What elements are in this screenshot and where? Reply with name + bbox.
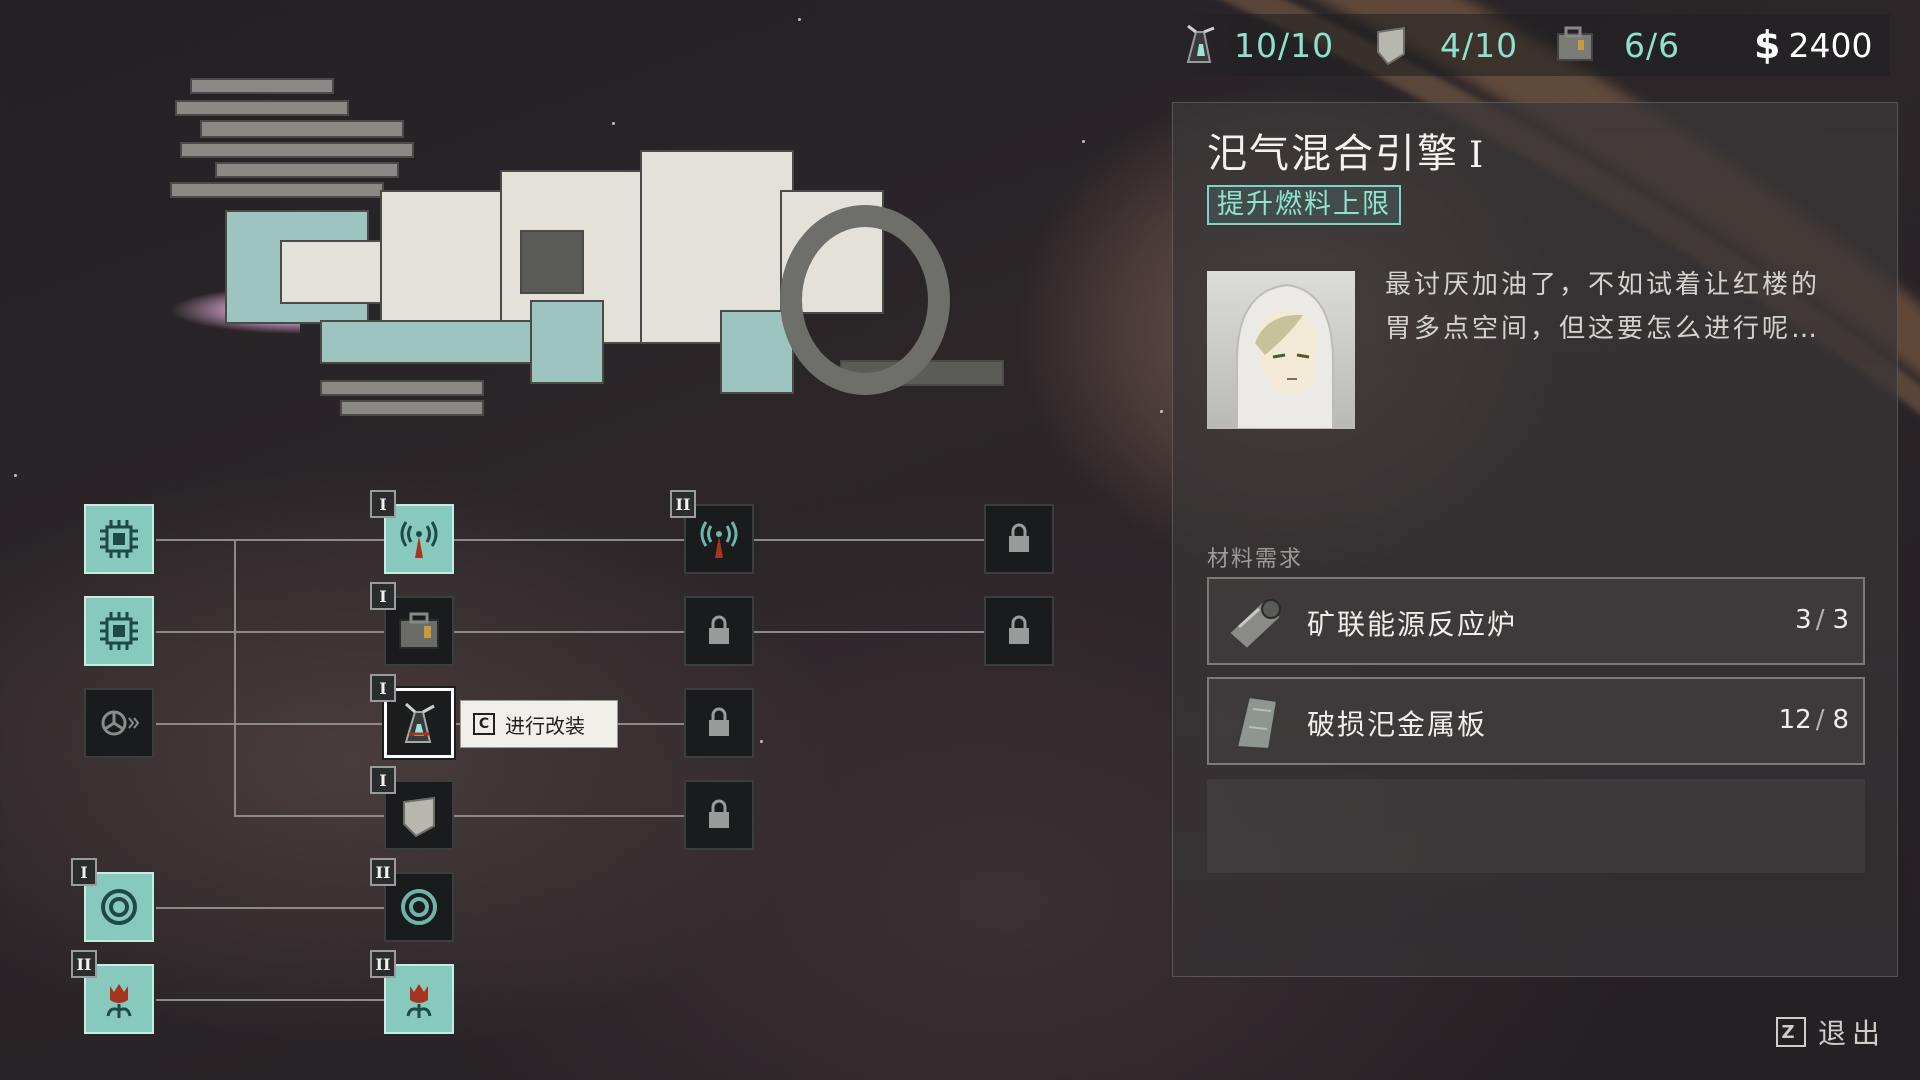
upgrade-title-tier: I bbox=[1469, 135, 1486, 176]
chip-module-node[interactable] bbox=[84, 504, 154, 574]
character-portrait bbox=[1207, 271, 1355, 429]
cargo-value: 6/6 bbox=[1624, 25, 1681, 65]
ship-ring-module bbox=[780, 205, 950, 395]
locked-node[interactable] bbox=[984, 504, 1054, 574]
lock-icon bbox=[709, 799, 729, 828]
money-value: 2400 bbox=[1788, 25, 1873, 65]
star bbox=[14, 474, 17, 477]
fuel-nozzle-icon bbox=[1186, 24, 1215, 63]
armor-plate-icon bbox=[403, 796, 435, 838]
armor-counter: 4/10 bbox=[1370, 14, 1518, 76]
armor-value: 4/10 bbox=[1440, 25, 1519, 65]
star bbox=[760, 740, 763, 743]
material-need: 8 bbox=[1832, 705, 1849, 735]
locked-node[interactable] bbox=[984, 596, 1054, 666]
target-ring-icon bbox=[401, 889, 437, 925]
lock-icon bbox=[1009, 523, 1029, 552]
chip-icon bbox=[100, 520, 138, 558]
material-name: 矿联能源反应炉 bbox=[1307, 608, 1518, 641]
quote-line: 胃多点空间，但这要怎么进行呢… bbox=[1385, 314, 1821, 344]
steering-module-node[interactable] bbox=[84, 688, 154, 758]
key-hint-z: Z bbox=[1776, 1017, 1806, 1047]
material-name: 破损汜金属板 bbox=[1307, 708, 1488, 741]
upgrade-title-text: 汜气混合引擎 bbox=[1207, 131, 1459, 177]
exit-label: 退出 bbox=[1818, 1017, 1887, 1050]
locked-node[interactable] bbox=[684, 688, 754, 758]
armor-plate-icon bbox=[1377, 26, 1405, 66]
tier-badge: I bbox=[370, 490, 396, 518]
target-ring-icon bbox=[101, 889, 137, 925]
tier-badge: II bbox=[71, 950, 97, 978]
plant-icon bbox=[106, 984, 132, 1018]
exit-button[interactable]: Z 退出 bbox=[1776, 1012, 1886, 1052]
chip-module-node-2[interactable] bbox=[84, 596, 154, 666]
material-have: 12 bbox=[1778, 705, 1812, 735]
plant-icon bbox=[406, 984, 432, 1018]
star bbox=[1160, 410, 1163, 413]
money-counter: $ 2400 bbox=[1754, 14, 1872, 76]
antenna-signal-icon bbox=[700, 521, 738, 558]
lock-icon bbox=[1009, 615, 1029, 644]
cargo-counter: 6/6 bbox=[1554, 14, 1680, 76]
player-ship bbox=[20, 60, 1020, 450]
character-quote: 最讨厌加油了，不如试着让红楼的 胃多点空间，但这要怎么进行呢… bbox=[1385, 263, 1875, 351]
fuel-nozzle-icon bbox=[404, 702, 435, 743]
material-count: 3/3 bbox=[1795, 605, 1849, 635]
antenna-signal-icon bbox=[400, 521, 438, 558]
tier-badge: I bbox=[370, 582, 396, 610]
tier-badge: I bbox=[370, 674, 396, 702]
tier-badge: I bbox=[370, 766, 396, 794]
steering-wheel-icon bbox=[101, 710, 140, 736]
modify-label: 进行改装 bbox=[505, 713, 585, 738]
material-count: 12/8 bbox=[1778, 705, 1849, 735]
fuel-counter: 10/10 bbox=[1180, 14, 1334, 76]
lock-icon bbox=[709, 707, 729, 736]
tier-badge: I bbox=[71, 858, 97, 886]
locked-node[interactable] bbox=[684, 780, 754, 850]
material-row: 破损汜金属板 12/8 bbox=[1207, 677, 1865, 765]
material-have: 3 bbox=[1795, 605, 1812, 635]
chip-icon bbox=[100, 612, 138, 650]
resource-bar: 10/10 4/10 6/6 $ 2400 bbox=[1170, 14, 1890, 76]
cargo-case-icon bbox=[1557, 26, 1593, 61]
star bbox=[1082, 140, 1085, 143]
star bbox=[798, 18, 801, 21]
tier-badge: II bbox=[370, 858, 396, 886]
cargo-case-icon bbox=[399, 612, 439, 649]
lock-icon bbox=[709, 615, 729, 644]
material-need: 3 bbox=[1832, 605, 1849, 635]
empty-material-slot bbox=[1207, 779, 1865, 873]
tier-badge: II bbox=[370, 950, 396, 978]
quote-line: 最讨厌加油了，不如试着让红楼的 bbox=[1385, 270, 1821, 300]
upgrade-effect-tag: 提升燃料上限 bbox=[1207, 185, 1401, 225]
upgrade-title: 汜气混合引擎 I bbox=[1207, 121, 1485, 179]
upgrade-detail-panel: 汜气混合引擎 I 提升燃料上限 最讨厌加油了，不如试着让红楼的 胃多点空间，但这要… bbox=[1172, 102, 1898, 977]
fuel-value: 10/10 bbox=[1234, 25, 1335, 65]
key-hint-c: C bbox=[473, 713, 495, 735]
tier-badge: II bbox=[670, 490, 696, 518]
material-row: 矿联能源反应炉 3/3 bbox=[1207, 577, 1865, 665]
locked-node[interactable] bbox=[684, 596, 754, 666]
money-icon: $ bbox=[1754, 23, 1781, 67]
materials-heading: 材料需求 bbox=[1207, 547, 1304, 572]
reactor-icon bbox=[1227, 599, 1283, 651]
hooded-character-portrait bbox=[1236, 283, 1334, 429]
metal-plate-icon bbox=[1235, 695, 1279, 751]
modify-tooltip[interactable]: C 进行改装 bbox=[460, 700, 618, 748]
